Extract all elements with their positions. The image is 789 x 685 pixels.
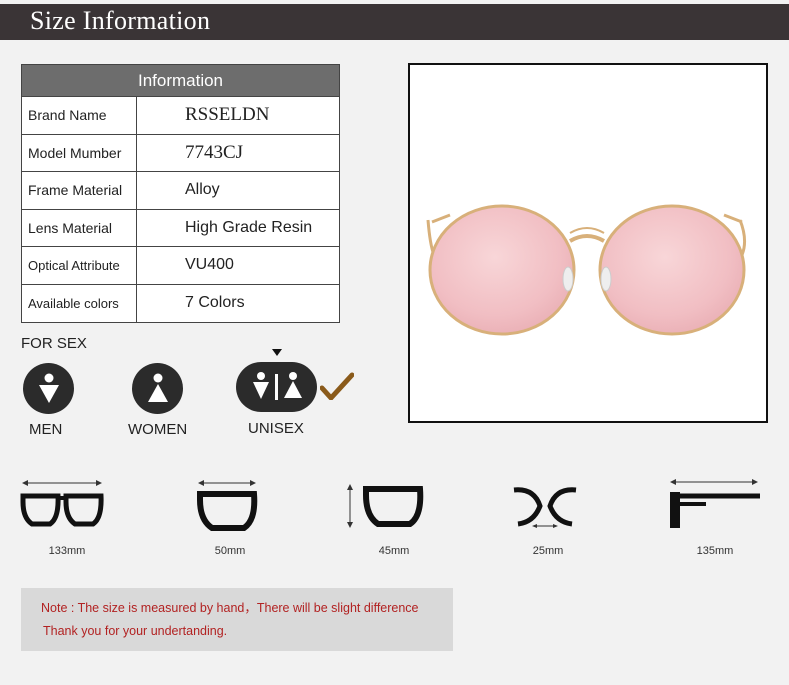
gender-men-label: MEN	[29, 421, 63, 438]
men-icon	[23, 363, 74, 414]
lens-height-label: 45mm	[378, 545, 410, 557]
bridge-width-label: 25mm	[532, 545, 564, 557]
note-line-1: Note : The size is measured by hand，Ther…	[41, 601, 419, 615]
info-key: Model Mumber	[22, 134, 137, 171]
frame-width-icon	[20, 480, 104, 527]
gender-women-label: WOMEN	[128, 421, 188, 438]
unisex-icon	[236, 362, 317, 412]
sunglasses-image	[426, 204, 747, 336]
lens-width-icon	[197, 480, 258, 531]
info-key: Frame Material	[22, 172, 137, 209]
info-key: Lens Material	[22, 209, 137, 246]
title-bar: Size Information	[0, 4, 789, 40]
gender-men	[23, 363, 74, 414]
frame-width-label: 133mm	[48, 545, 86, 557]
info-row-lens-material: Lens Material High Grade Resin	[22, 209, 339, 247]
info-row-available-colors: Available colors 7 Colors	[22, 284, 339, 322]
temple-length-label: 135mm	[696, 545, 734, 557]
lens-height-icon	[347, 484, 424, 528]
info-table: Information Brand Name RSSELDN Model Mum…	[21, 64, 340, 323]
women-icon	[132, 363, 183, 414]
selected-marker-icon	[272, 349, 282, 356]
gender-women	[132, 363, 183, 414]
info-table-heading: Information	[22, 65, 339, 97]
for-sex-heading: FOR SEX	[21, 335, 87, 352]
lens-width-label: 50mm	[214, 545, 246, 557]
bridge-width-icon	[513, 487, 577, 528]
info-value: 7 Colors	[185, 294, 245, 312]
check-icon	[320, 372, 354, 400]
gender-unisex-label: UNISEX	[248, 420, 304, 437]
page-title: Size Information	[30, 6, 211, 35]
product-photo	[408, 63, 768, 423]
note-line-2: Thank you for your undertanding.	[43, 624, 228, 638]
info-row-frame-material: Frame Material Alloy	[22, 172, 339, 210]
info-row-brand: Brand Name RSSELDN	[22, 97, 339, 135]
info-value: VU400	[185, 256, 234, 274]
info-key: Available colors	[22, 284, 137, 322]
info-row-optical-attribute: Optical Attribute VU400	[22, 247, 339, 285]
temple-length-icon	[670, 479, 760, 528]
info-key: Optical Attribute	[22, 247, 137, 284]
note-box: Note : The size is measured by hand，Ther…	[21, 588, 453, 651]
info-value: High Grade Resin	[185, 218, 313, 236]
info-value: Alloy	[185, 181, 220, 199]
info-key: Brand Name	[22, 97, 137, 134]
info-row-model: Model Mumber 7743CJ	[22, 134, 339, 172]
info-value: RSSELDN	[185, 104, 270, 126]
info-value: 7743CJ	[185, 141, 244, 163]
